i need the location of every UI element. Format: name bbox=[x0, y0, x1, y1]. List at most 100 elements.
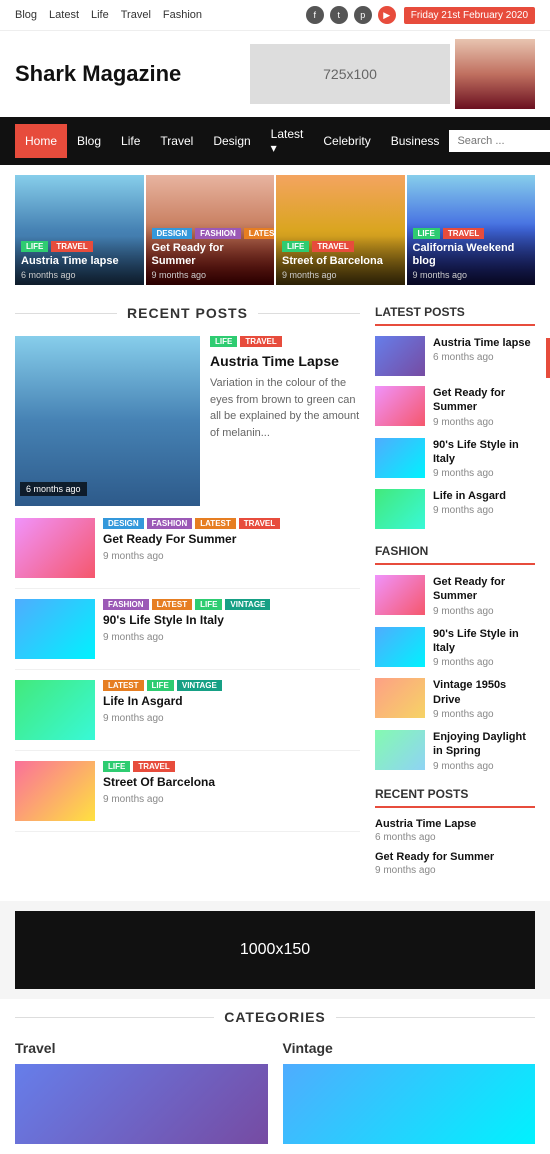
sidebar-recent-post-title: Austria Time Lapse bbox=[375, 818, 535, 830]
date-badge: Friday 21st February 2020 bbox=[404, 7, 535, 24]
nav-business[interactable]: Business bbox=[381, 124, 450, 158]
sidebar-post[interactable]: 90's Life Style in Italy 9 months ago bbox=[375, 627, 535, 669]
nav-blog[interactable]: Blog bbox=[67, 124, 111, 158]
top-bar: Blog Latest Life Travel Fashion f t p ▶ … bbox=[0, 0, 550, 31]
sidebar-post[interactable]: 90's Life Style in Italy 9 months ago bbox=[375, 438, 535, 480]
nav-celebrity[interactable]: Celebrity bbox=[313, 124, 380, 158]
sidebar-info: Vintage 1950s Drive 9 months ago bbox=[433, 678, 535, 720]
hero-card-1-date: 6 months ago bbox=[21, 270, 138, 280]
top-nav-life[interactable]: Life bbox=[91, 9, 109, 21]
top-nav-latest[interactable]: Latest bbox=[49, 9, 79, 21]
post-title: Life In Asgard bbox=[103, 694, 360, 710]
sidebar-post[interactable]: Life in Asgard 9 months ago bbox=[375, 489, 535, 529]
sidebar-thumb bbox=[375, 336, 425, 376]
sidebar-thumb bbox=[375, 627, 425, 667]
post-date: 9 months ago bbox=[103, 713, 360, 724]
search-input[interactable] bbox=[449, 130, 550, 152]
list-item[interactable]: DesignFashionLatestTravel Get Ready For … bbox=[15, 518, 360, 589]
post-list: DesignFashionLatestTravel Get Ready For … bbox=[15, 518, 360, 832]
sidebar-thumb bbox=[375, 489, 425, 529]
category-travel[interactable]: Travel bbox=[15, 1040, 268, 1144]
top-nav-travel[interactable]: Travel bbox=[121, 9, 151, 21]
category-travel-image bbox=[15, 1064, 268, 1144]
post-title: 90's Life Style In Italy bbox=[103, 613, 360, 629]
sidebar-post[interactable]: Get Ready for Summer 9 months ago bbox=[375, 386, 535, 428]
sidebar-title: Life in Asgard bbox=[433, 489, 535, 503]
category-vintage-image bbox=[283, 1064, 536, 1144]
header-image bbox=[455, 39, 535, 109]
latest-posts-title: LATEST POSTS bbox=[375, 305, 535, 326]
twitter-icon[interactable]: t bbox=[330, 6, 348, 24]
category-vintage-title: Vintage bbox=[283, 1040, 536, 1056]
post-thumb bbox=[15, 518, 95, 578]
list-item[interactable]: FashionLatestLifeVintage 90's Life Style… bbox=[15, 599, 360, 670]
featured-post-image: 6 months ago bbox=[15, 336, 200, 506]
featured-post[interactable]: 6 months ago LifeTravel Austria Time Lap… bbox=[15, 336, 360, 506]
pinterest-icon[interactable]: p bbox=[354, 6, 372, 24]
header-ad-banner: 725x100 bbox=[250, 44, 450, 104]
category-vintage[interactable]: Vintage bbox=[283, 1040, 536, 1144]
post-thumb bbox=[15, 761, 95, 821]
post-date: 9 months ago bbox=[103, 551, 360, 562]
content-area: RECENT POSTS 6 months ago LifeTravel Aus… bbox=[0, 295, 550, 901]
sidebar-date: 6 months ago bbox=[433, 352, 535, 363]
top-nav-blog[interactable]: Blog bbox=[15, 9, 37, 21]
nav-design[interactable]: Design bbox=[203, 124, 260, 158]
post-info: FashionLatestLifeVintage 90's Life Style… bbox=[103, 599, 360, 659]
sidebar-info: Enjoying Daylight in Spring 9 months ago bbox=[433, 730, 535, 772]
categories-title: CATEGORIES bbox=[15, 1009, 535, 1025]
hero-card-4[interactable]: LifeTravel California Weekend blog 9 mon… bbox=[407, 175, 536, 285]
post-date: 9 months ago bbox=[103, 794, 360, 805]
sidebar-post[interactable]: Enjoying Daylight in Spring 9 months ago bbox=[375, 730, 535, 772]
sidebar-title: Austria Time lapse bbox=[433, 336, 535, 350]
nav-latest[interactable]: Latest ▾ bbox=[261, 117, 314, 165]
facebook-icon[interactable]: f bbox=[306, 6, 324, 24]
sidebar-recent-post[interactable]: Get Ready for Summer 9 months ago bbox=[375, 851, 535, 876]
hero-card-4-title: California Weekend blog bbox=[413, 242, 530, 268]
featured-post-tags: LifeTravel bbox=[210, 336, 360, 347]
sidebar-post[interactable]: Vintage 1950s Drive 9 months ago bbox=[375, 678, 535, 720]
sidebar-title: 90's Life Style in Italy bbox=[433, 627, 535, 656]
social-icons: f t p ▶ bbox=[306, 6, 396, 24]
hero-card-3-date: 9 months ago bbox=[282, 270, 399, 280]
hero-card-2-title: Get Ready for Summer bbox=[152, 242, 269, 268]
categories-grid: Travel Vintage bbox=[15, 1040, 535, 1144]
post-info: LatestLifeVintage Life In Asgard 9 month… bbox=[103, 680, 360, 740]
sidebar-date: 9 months ago bbox=[433, 505, 535, 516]
list-item[interactable]: LifeTravel Street Of Barcelona 9 months … bbox=[15, 761, 360, 832]
sidebar-info: 90's Life Style in Italy 9 months ago bbox=[433, 438, 535, 480]
hero-card-2[interactable]: DesignFashionLatestTravel Get Ready for … bbox=[146, 175, 275, 285]
fashion-posts-title: FASHION bbox=[375, 544, 535, 565]
sidebar-thumb bbox=[375, 678, 425, 718]
sidebar-info: Life in Asgard 9 months ago bbox=[433, 489, 535, 529]
search-form: 🔍 bbox=[449, 127, 550, 155]
youtube-icon[interactable]: ▶ bbox=[378, 6, 396, 24]
sidebar-recent-post[interactable]: Austria Time Lapse 6 months ago bbox=[375, 818, 535, 843]
top-nav: Blog Latest Life Travel Fashion bbox=[15, 9, 202, 21]
scroll-indicator[interactable] bbox=[546, 338, 550, 378]
sidebar-info: Austria Time lapse 6 months ago bbox=[433, 336, 535, 376]
main-nav: Home Blog Life Travel Design Latest ▾ Ce… bbox=[0, 117, 550, 165]
hero-card-1[interactable]: LifeTravel Austria Time lapse 6 months a… bbox=[15, 175, 144, 285]
sidebar-thumb bbox=[375, 438, 425, 478]
top-right: f t p ▶ Friday 21st February 2020 bbox=[306, 6, 535, 24]
recent-posts-title: RECENT POSTS bbox=[15, 305, 360, 321]
nav-home[interactable]: Home bbox=[15, 124, 67, 158]
hero-card-3[interactable]: LifeTravel Street of Barcelona 9 months … bbox=[276, 175, 405, 285]
sidebar-recent-title: RECENT POSTS bbox=[375, 787, 535, 808]
sidebar-post[interactable]: Austria Time lapse 6 months ago bbox=[375, 336, 535, 376]
hero-card-4-date: 9 months ago bbox=[413, 270, 530, 280]
mid-banner: 1000x150 bbox=[15, 911, 535, 989]
main-content: RECENT POSTS 6 months ago LifeTravel Aus… bbox=[15, 305, 360, 891]
sidebar-post[interactable]: Get Ready for Summer 9 months ago bbox=[375, 575, 535, 617]
site-logo: Shark Magazine bbox=[15, 61, 181, 87]
post-title: Street Of Barcelona bbox=[103, 775, 360, 791]
sidebar-info: 90's Life Style in Italy 9 months ago bbox=[433, 627, 535, 669]
top-nav-fashion[interactable]: Fashion bbox=[163, 9, 202, 21]
nav-life[interactable]: Life bbox=[111, 124, 150, 158]
sidebar-date: 9 months ago bbox=[433, 468, 535, 479]
nav-travel[interactable]: Travel bbox=[150, 124, 203, 158]
post-info: DesignFashionLatestTravel Get Ready For … bbox=[103, 518, 360, 578]
category-travel-title: Travel bbox=[15, 1040, 268, 1056]
featured-date-badge: 6 months ago bbox=[20, 482, 87, 496]
